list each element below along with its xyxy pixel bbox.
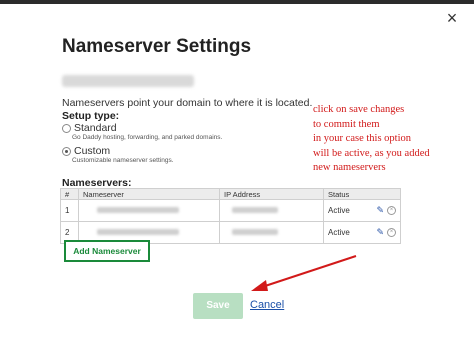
custom-radio[interactable] [62, 146, 71, 156]
ip-address-redacted [219, 199, 324, 222]
remove-icon[interactable]: × [387, 228, 396, 237]
custom-option[interactable]: Custom [62, 145, 110, 157]
header-status: Status [323, 188, 401, 200]
edit-icon[interactable]: ✎ [376, 227, 384, 238]
row-status-cell: Active ✎ × [323, 199, 401, 222]
ip-address-redacted [219, 221, 324, 244]
standard-label: Standard [74, 122, 117, 134]
description-text: Nameservers point your domain to where i… [62, 97, 313, 109]
annotation-line: click on save changes [313, 104, 405, 115]
annotation-line: new nameservers [313, 162, 386, 173]
annotation-line: in your case this option [313, 133, 411, 144]
setup-type-label: Setup type: [62, 110, 120, 122]
cancel-link[interactable]: Cancel [250, 299, 284, 311]
add-nameserver-button[interactable]: Add Nameserver [64, 240, 150, 262]
row-status: Active [328, 228, 350, 237]
annotation-text: click on save changes to commit them in … [313, 103, 473, 176]
row-status-cell: Active ✎ × [323, 221, 401, 244]
annotation-line: to commit them [313, 118, 380, 130]
nameserver-redacted [78, 199, 220, 222]
nameserver-table: # Nameserver IP Address Status 1 Active … [60, 188, 401, 244]
top-bar [0, 0, 474, 4]
header-ip-address: IP Address [219, 188, 324, 200]
save-button[interactable]: Save [193, 293, 243, 319]
close-icon[interactable]: × [444, 9, 460, 27]
dialog-title: Nameserver Settings [62, 36, 252, 57]
header-nameserver: Nameserver [78, 188, 220, 200]
annotation-line: will be active, as you added [313, 147, 430, 159]
standard-option[interactable]: Standard [62, 122, 117, 134]
custom-label: Custom [74, 145, 111, 157]
row-number: 1 [60, 199, 79, 222]
header-number: # [60, 188, 79, 200]
row-status: Active [328, 206, 350, 215]
custom-description: Customizable nameserver settings. [72, 157, 174, 164]
domain-name-redacted [62, 75, 194, 87]
edit-icon[interactable]: ✎ [376, 205, 384, 216]
standard-description: Go Daddy hosting, forwarding, and parked… [72, 134, 223, 141]
remove-icon[interactable]: × [387, 206, 396, 215]
standard-radio[interactable] [62, 123, 71, 133]
table-header-row: # Nameserver IP Address Status [60, 188, 401, 200]
table-row: 1 Active ✎ × [60, 199, 401, 222]
